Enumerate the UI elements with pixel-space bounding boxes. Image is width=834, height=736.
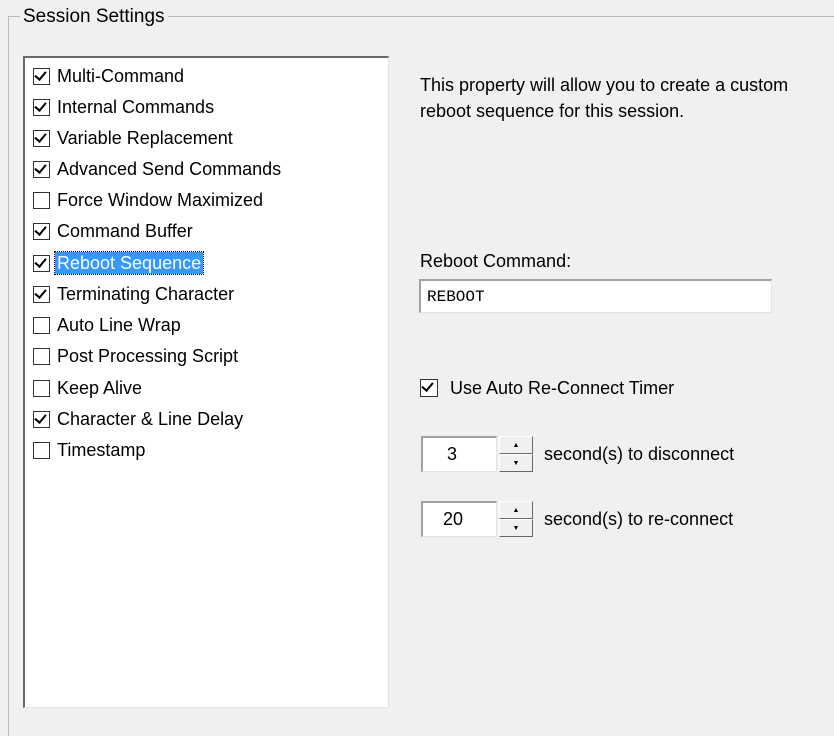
list-item-auto-line-wrap[interactable]: Auto Line Wrap: [33, 311, 183, 339]
reconnect-spin-buttons: ▲ ▼: [499, 501, 533, 537]
reboot-command-input[interactable]: [419, 279, 772, 313]
list-item-timestamp[interactable]: Timestamp: [33, 436, 147, 464]
checkbox-post-processing-script[interactable]: [33, 347, 50, 365]
checkbox-character-line-delay[interactable]: [33, 410, 50, 428]
spin-up-arrow-icon[interactable]: ▲: [499, 436, 533, 454]
settings-checklist[interactable]: Multi-Command Internal Commands Variable…: [23, 56, 389, 708]
list-item-post-processing-script[interactable]: Post Processing Script: [33, 342, 240, 370]
list-item-label: Keep Alive: [57, 378, 143, 398]
checkbox-command-buffer[interactable]: [33, 222, 50, 240]
disconnect-spinner: 3 ▲ ▼ second(s) to disconnect: [421, 436, 734, 472]
list-item-character-line-delay[interactable]: Character & Line Delay: [33, 405, 245, 433]
list-item-internal-commands[interactable]: Internal Commands: [33, 93, 216, 121]
list-item-label: Auto Line Wrap: [57, 315, 181, 335]
list-item-label: Timestamp: [57, 440, 146, 460]
disconnect-spin-buttons: ▲ ▼: [499, 436, 533, 472]
auto-reconnect-checkbox[interactable]: [420, 379, 438, 397]
list-item-label-selected: Reboot Sequence: [53, 251, 205, 275]
list-item-keep-alive[interactable]: Keep Alive: [33, 374, 144, 402]
checkbox-multi-command[interactable]: [33, 67, 50, 85]
checkbox-variable-replacement[interactable]: [33, 129, 50, 147]
disconnect-seconds-input[interactable]: 3: [421, 436, 497, 472]
spin-down-arrow-icon[interactable]: ▼: [499, 519, 533, 537]
checkbox-terminating-character[interactable]: [33, 285, 50, 303]
list-item-label: Multi-Command: [57, 66, 185, 86]
spin-up-arrow-icon[interactable]: ▲: [499, 501, 533, 519]
list-item-reboot-sequence[interactable]: Reboot Sequence: [33, 249, 205, 277]
checkbox-advanced-send-commands[interactable]: [33, 160, 50, 178]
list-item-multi-command[interactable]: Multi-Command: [33, 62, 186, 90]
reboot-command-label: Reboot Command:: [420, 251, 572, 271]
list-item-force-window-maximized[interactable]: Force Window Maximized: [33, 186, 265, 214]
auto-reconnect-label: Use Auto Re-Connect Timer: [450, 378, 675, 398]
list-item-label: Terminating Character: [57, 284, 235, 304]
list-item-advanced-send-commands[interactable]: Advanced Send Commands: [33, 155, 283, 183]
list-item-label: Command Buffer: [57, 221, 193, 241]
list-item-label: Force Window Maximized: [57, 190, 264, 210]
checkbox-force-window-maximized[interactable]: [33, 191, 50, 209]
list-item-label: Character & Line Delay: [57, 409, 244, 429]
checkbox-keep-alive[interactable]: [33, 379, 50, 397]
checkbox-timestamp[interactable]: [33, 441, 50, 459]
list-item-variable-replacement[interactable]: Variable Replacement: [33, 124, 235, 152]
spin-down-arrow-icon[interactable]: ▼: [499, 454, 533, 472]
reconnect-seconds-input[interactable]: 20: [421, 501, 497, 537]
reconnect-spinner: 20 ▲ ▼ second(s) to re-connect: [421, 501, 733, 537]
list-item-terminating-character[interactable]: Terminating Character: [33, 280, 236, 308]
checkbox-auto-line-wrap[interactable]: [33, 316, 50, 334]
list-item-label: Advanced Send Commands: [57, 159, 282, 179]
group-title: Session Settings: [20, 7, 168, 27]
list-item-label: Post Processing Script: [57, 346, 239, 366]
reconnect-label: second(s) to re-connect: [544, 509, 734, 529]
property-description: This property will allow you to create a…: [420, 75, 789, 121]
list-item-command-buffer[interactable]: Command Buffer: [33, 217, 195, 245]
list-item-label: Internal Commands: [57, 97, 215, 117]
disconnect-label: second(s) to disconnect: [544, 444, 735, 464]
checkbox-reboot-sequence[interactable]: [33, 254, 50, 272]
checkbox-internal-commands[interactable]: [33, 98, 50, 116]
list-item-label: Variable Replacement: [57, 128, 233, 148]
auto-reconnect-checkbox-row[interactable]: Use Auto Re-Connect Timer: [420, 377, 674, 399]
